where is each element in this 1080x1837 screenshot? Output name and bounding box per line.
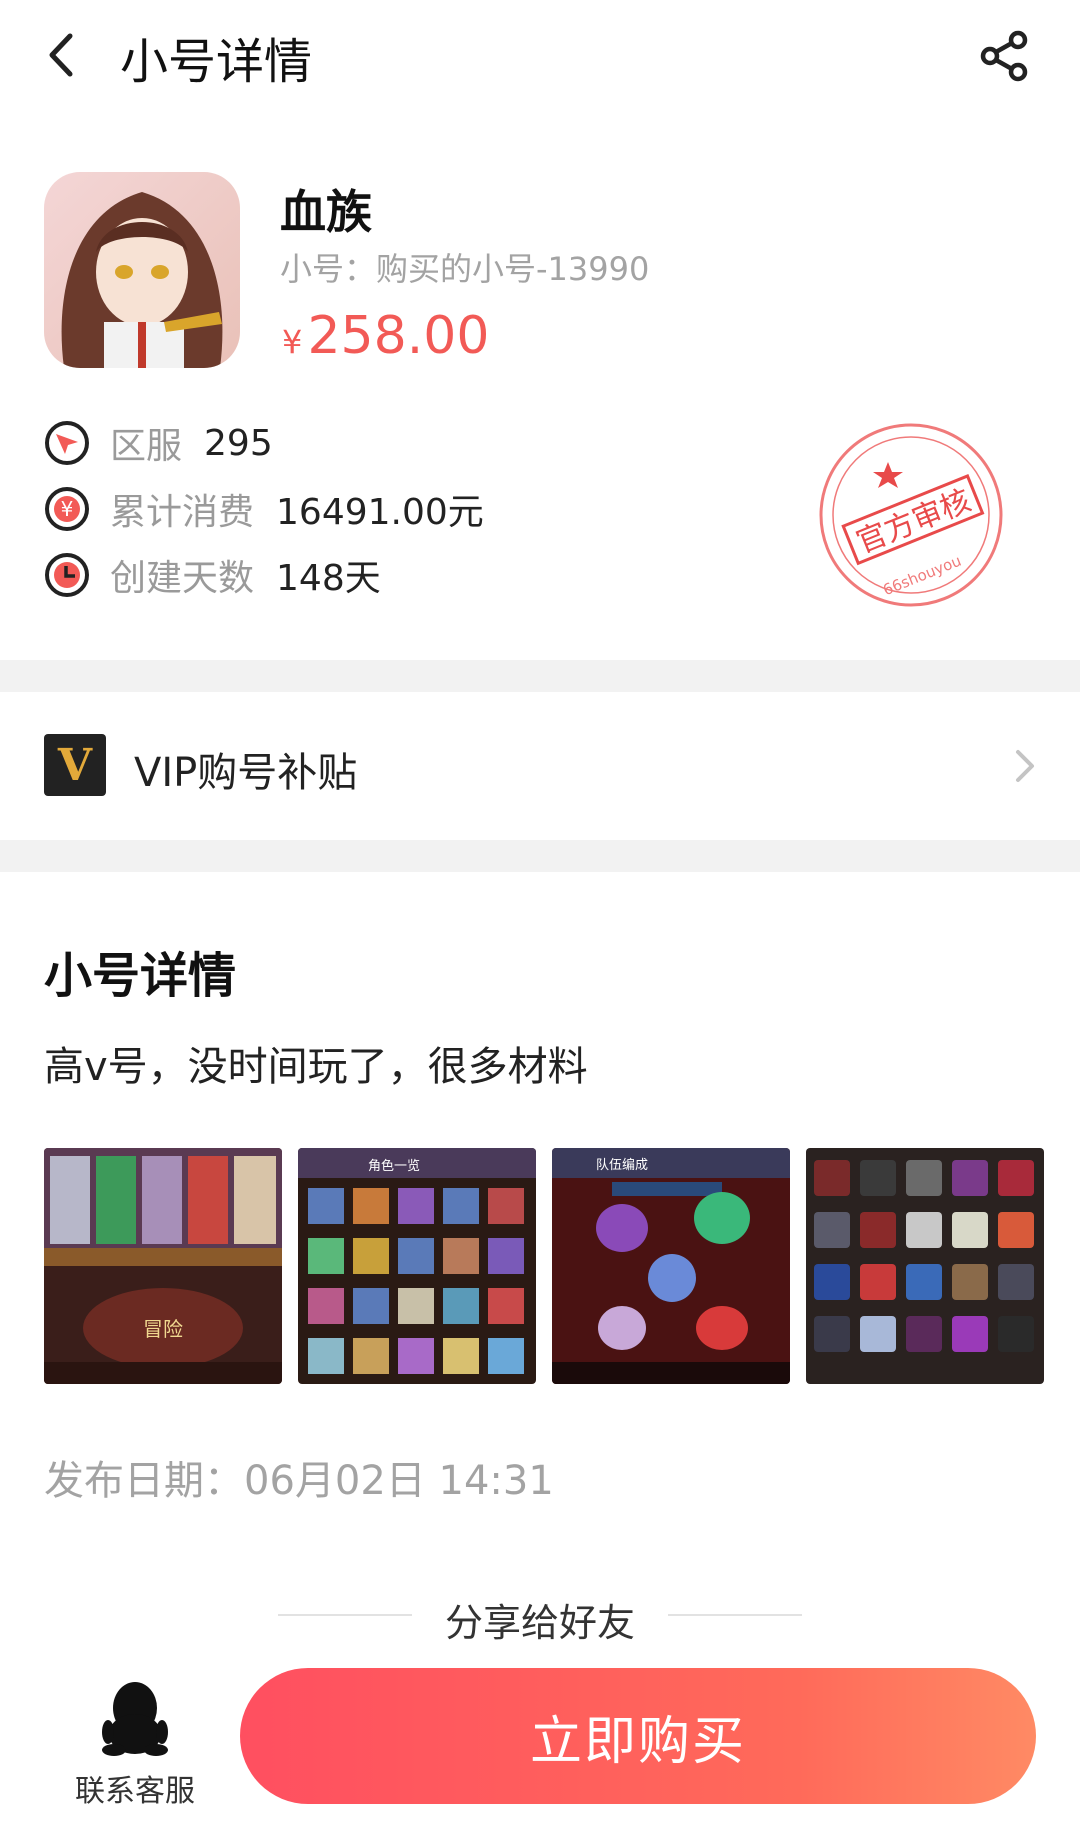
screenshot-caption: 冒险 (143, 1317, 183, 1341)
section-divider (0, 660, 1080, 692)
yuan-icon: ¥ (45, 487, 89, 531)
top-bar: 小号详情 (0, 0, 1080, 120)
info-value: 16491.00元 (276, 492, 484, 533)
account-id: 小号：购买的小号-13990 (280, 250, 650, 288)
price-amount: 258.00 (307, 306, 490, 366)
screenshot-caption: 角色一览 (368, 1158, 420, 1174)
customer-service-button[interactable]: 联系客服 (60, 1670, 210, 1809)
share-icon[interactable] (978, 30, 1030, 82)
info-row-spend: ¥ 累计消费 16491.00元 (44, 484, 484, 534)
price: ¥ 258.00 (282, 306, 489, 366)
game-screenshot-2[interactable]: 角色一览 (298, 1148, 536, 1384)
game-name: 血族 (280, 185, 372, 239)
back-arrow-icon[interactable] (40, 30, 90, 80)
vip-badge-icon: V (44, 734, 106, 796)
vip-badge-letter: V (57, 740, 93, 791)
game-screenshot-3[interactable]: 队伍编成 (552, 1148, 790, 1384)
official-review-stamp: 官方审核 66shouyou (819, 423, 1003, 607)
chevron-right-icon (1016, 750, 1034, 782)
game-screenshot-1[interactable]: 冒险 (44, 1148, 282, 1384)
info-value: 295 (204, 422, 273, 464)
details-description: 高v号，没时间玩了，很多材料 (44, 1044, 588, 1090)
vip-subsidy-row[interactable]: V VIP购号补贴 (0, 692, 1080, 840)
page-title: 小号详情 (120, 34, 313, 90)
svg-text:¥: ¥ (61, 497, 74, 521)
publish-date: 发布日期：06月02日 14:31 (44, 1458, 554, 1504)
info-row-server: 区服 295 (44, 418, 273, 468)
customer-service-label: 联系客服 (75, 1774, 195, 1809)
info-label: 创建天数 (110, 558, 255, 599)
info-value: 148天 (276, 558, 381, 599)
screenshot-caption: 队伍编成 (596, 1158, 648, 1173)
buy-now-button[interactable]: 立即购买 (240, 1668, 1036, 1804)
server-icon (45, 421, 89, 465)
game-screenshot-4[interactable] (806, 1148, 1044, 1384)
stamp-text: 官方审核 (852, 483, 976, 560)
info-row-days: 创建天数 148天 (44, 550, 381, 600)
qq-penguin-icon (102, 1682, 168, 1756)
section-divider (0, 840, 1080, 872)
clock-icon (45, 553, 89, 597)
currency-symbol: ¥ (282, 323, 303, 361)
game-icon-image (44, 172, 240, 368)
info-label: 区服 (110, 426, 183, 467)
details-heading: 小号详情 (44, 948, 237, 1004)
share-to-friends-label[interactable]: 分享给好友 (0, 1592, 1080, 1647)
info-label: 累计消费 (110, 492, 255, 533)
vip-label: VIP购号补贴 (134, 750, 358, 796)
